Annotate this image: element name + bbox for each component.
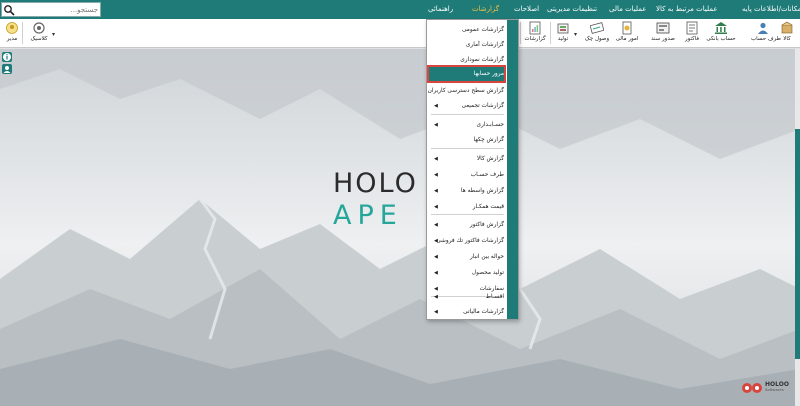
collect-check-button[interactable]: وصول چک: [584, 20, 610, 47]
classic-button[interactable]: کلاسیک: [26, 20, 52, 47]
menu-item-label: گزارش سطح دسترسی کاربران: [427, 88, 504, 94]
report-icon: [529, 21, 541, 35]
main-toolbar: کالا طرف حساب حساب بانکی فاکتور صدور سند…: [0, 19, 800, 48]
search-input[interactable]: [16, 3, 100, 16]
submenu-arrow-icon: ◀: [434, 309, 438, 315]
menu-item-label: قیمت همکـار: [472, 204, 504, 210]
menu-item-label: گزارشات فاکتور تك فروشی: [436, 238, 504, 244]
user-panel-icon[interactable]: [2, 64, 12, 74]
production-icon: [557, 23, 569, 34]
box-icon: [781, 21, 793, 34]
menu-admin-settings[interactable]: تنظیمات مدیریتی: [543, 0, 601, 19]
goods-button[interactable]: کالا: [776, 20, 798, 47]
reports-label: گزارشات: [524, 36, 546, 42]
menu-item-label: طرف حسـاب: [470, 172, 504, 178]
check-icon: [590, 22, 604, 34]
menu-item-label: گزارش فاکتور: [469, 222, 504, 228]
invoice-icon: [686, 21, 698, 35]
menu-financial[interactable]: عملیات مالی: [605, 0, 650, 19]
menu-divider: [431, 214, 504, 215]
info-icon[interactable]: [2, 52, 12, 62]
classic-icon: [33, 22, 45, 34]
menu-item-accounts-review[interactable]: مرور حسابها: [427, 65, 506, 83]
holoo-logo-text: HOLO: [333, 168, 418, 199]
menu-item-label: گزارش چکها: [473, 137, 504, 143]
collect-check-label: وصول چک: [584, 36, 610, 42]
menu-item-label: گزارش کالا: [476, 156, 504, 162]
menu-help[interactable]: راهنمائی: [424, 0, 457, 19]
scrollbar-thumb[interactable]: [795, 129, 800, 359]
menu-divider: [431, 148, 504, 149]
issue-voucher-button[interactable]: صدور سند: [649, 20, 677, 47]
menu-item-label: گزارشات آماری: [465, 42, 504, 48]
menu-item-tax-reports[interactable]: گزارشات مالیاتی ◀: [429, 303, 504, 321]
bank-account-label: حساب بانکی: [706, 36, 736, 42]
manager-icon: [6, 22, 18, 34]
more-dropdown-arrow[interactable]: ▾: [574, 31, 577, 38]
search-icon[interactable]: [3, 4, 15, 16]
finance-icon: [622, 21, 632, 35]
menu-reports[interactable]: گزارشات: [468, 0, 503, 19]
production-button[interactable]: تولید: [553, 20, 573, 47]
menu-item-label: مرور حسابها: [473, 71, 504, 77]
toolbar-separator: [520, 22, 521, 44]
holoo-brand-logo: HOLOO Softwares: [740, 381, 800, 395]
menu-item-label: حواله بین انبار: [469, 254, 504, 260]
submenu-arrow-icon: ◀: [434, 103, 438, 109]
menu-item-label: حسـابـداری: [476, 122, 504, 128]
account-party-button[interactable]: طرف حساب: [751, 20, 782, 47]
bank-icon: [715, 22, 727, 34]
invoice-label: فاکتور: [684, 36, 700, 42]
search-box[interactable]: [1, 2, 101, 17]
menu-item-operations[interactable]: عملیات مرتبط به کالا: [652, 0, 722, 19]
invoice-button[interactable]: فاکتور: [681, 20, 703, 47]
menu-item-label: گزارشات مالیاتی: [463, 309, 504, 315]
menu-corrections[interactable]: اصلاحات: [510, 0, 543, 19]
reports-button[interactable]: گزارشات: [522, 20, 548, 47]
apex-logo-text: APE: [333, 200, 403, 231]
classic-label: کلاسیک: [30, 36, 48, 42]
financial-affairs-label: امور مالی: [615, 36, 639, 42]
menu-item-aggregate-reports[interactable]: گزارشات تجمیعی ◀: [429, 97, 504, 115]
manager-label: مدیر: [6, 36, 18, 42]
vertical-scrollbar[interactable]: [795, 49, 800, 406]
person-icon: [758, 22, 768, 34]
menu-item-label: تولید محصول: [471, 270, 504, 276]
menu-item-label: اقسـاط: [485, 294, 504, 300]
toolbar-separator: [550, 22, 551, 44]
menu-accent-stripe: [507, 20, 518, 319]
classic-dropdown-arrow[interactable]: ▾: [52, 31, 55, 38]
menu-item-check-report[interactable]: گزارش چکها: [429, 131, 504, 149]
menu-item-label: گزارش واسطه ها: [460, 188, 504, 194]
brand-subtitle: Softwares: [765, 387, 784, 392]
main-menubar: امکانات/اطلاعات پایه عملیات مرتبط به کال…: [0, 0, 800, 19]
reports-dropdown-menu: گزارشات عمومی گزارشات آماری گزارشات نمود…: [426, 19, 519, 320]
account-party-label: طرف حساب: [751, 36, 782, 42]
toolbar-separator: [22, 22, 23, 44]
menu-item-label: گزارشات تجمیعی: [461, 103, 504, 109]
menu-item-label: گزارشات عمومی: [461, 27, 504, 33]
menu-basic-info[interactable]: امکانات/اطلاعات پایه: [738, 0, 800, 19]
menu-divider: [431, 114, 504, 115]
production-label: تولید: [557, 36, 569, 42]
menu-item-label: گزارشات نموداری: [460, 57, 504, 63]
holoo-logo-icon: [742, 383, 762, 393]
financial-affairs-button[interactable]: امور مالی: [613, 20, 641, 47]
document-icon: [656, 22, 670, 34]
manager-button[interactable]: مدیر: [2, 20, 22, 47]
bank-account-button[interactable]: حساب بانکی: [706, 20, 736, 47]
issue-voucher-label: صدور سند: [651, 36, 675, 42]
